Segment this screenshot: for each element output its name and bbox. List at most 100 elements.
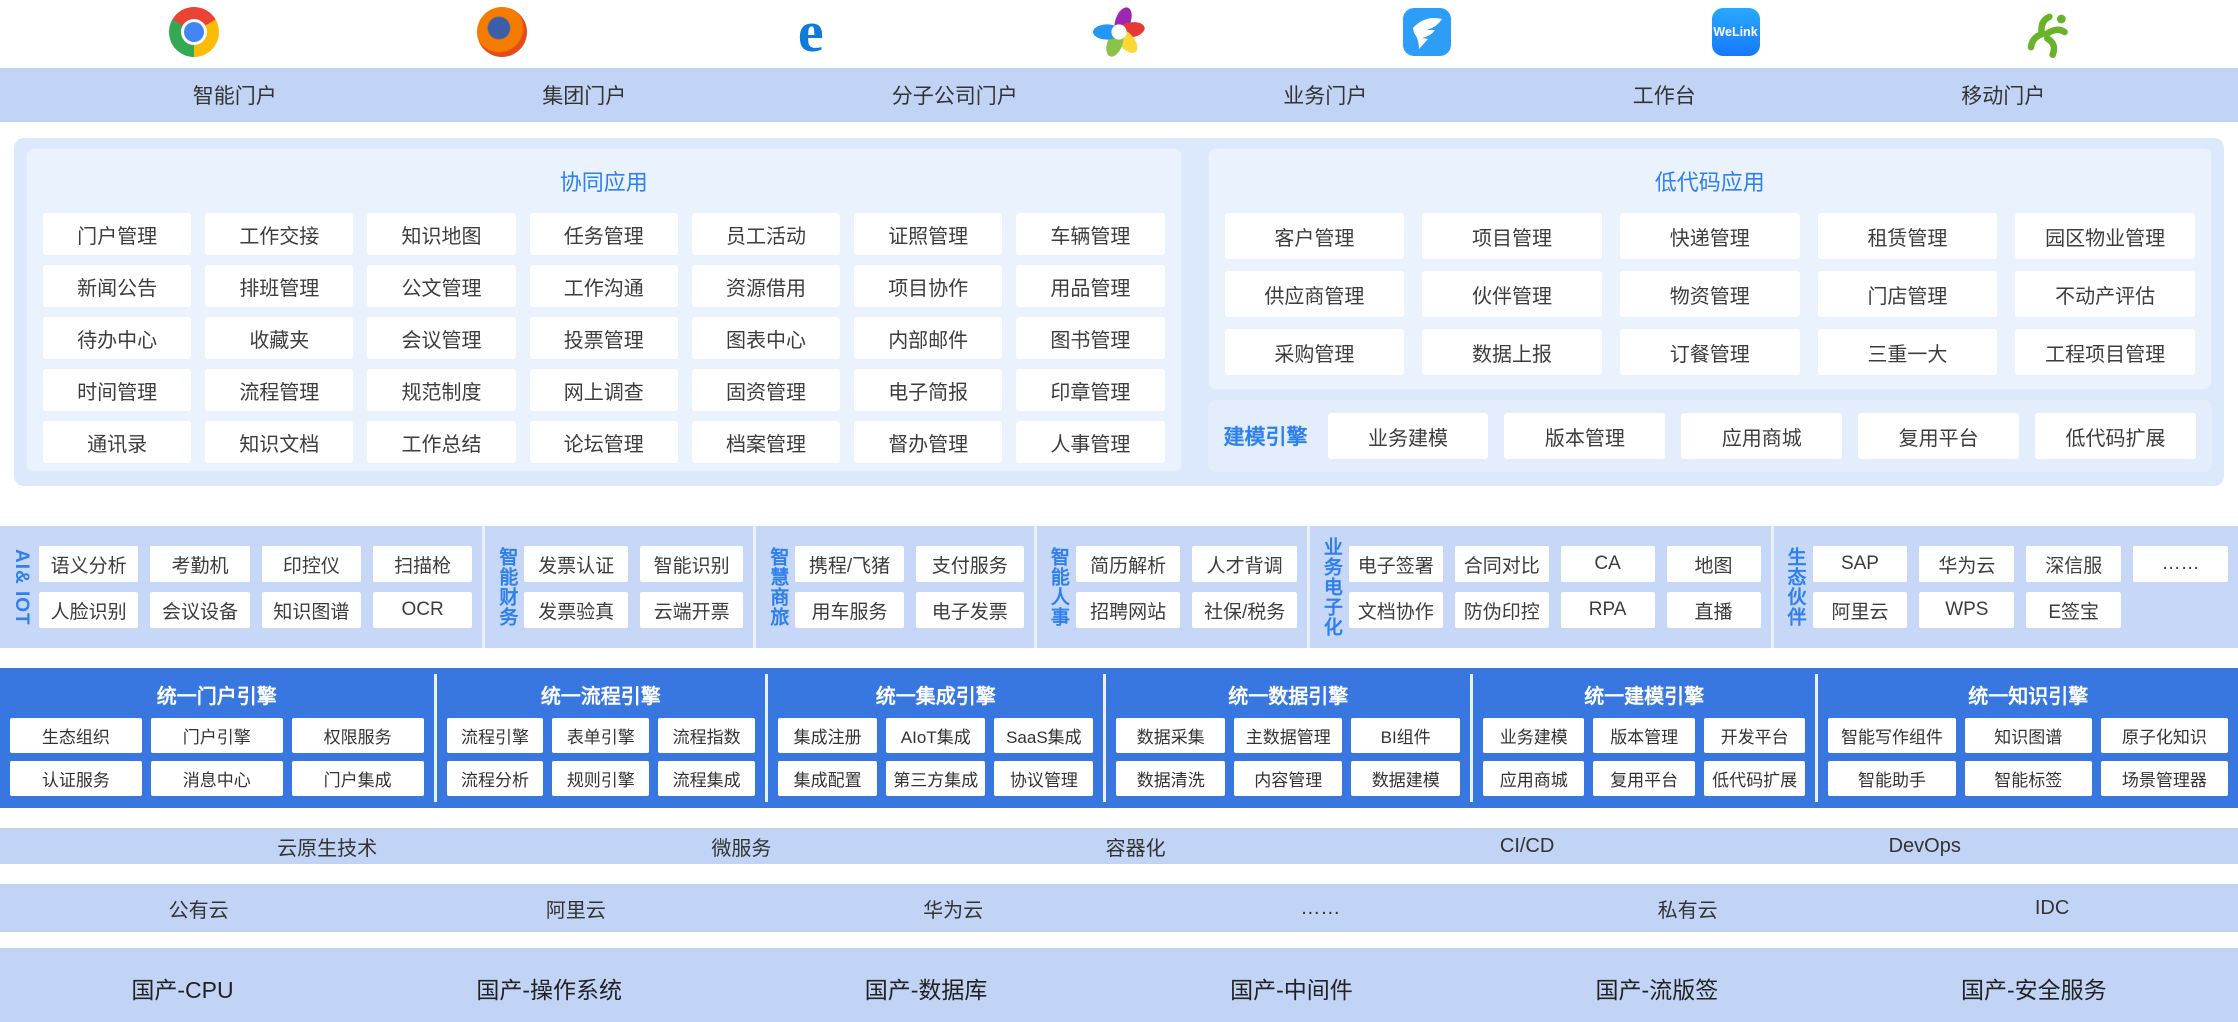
engine-button[interactable]: 集成配置 [778,761,877,796]
engine-button[interactable]: 低代码扩展 [1704,761,1805,796]
capability-button[interactable]: 电子发票 [916,592,1024,628]
capability-button[interactable]: 发票认证 [524,546,628,582]
engine-button[interactable]: 规则引擎 [552,761,649,796]
app-button[interactable]: 图表中心 [692,317,840,359]
capability-button[interactable]: RPA [1561,592,1655,628]
engine-button[interactable]: 协议管理 [994,761,1093,796]
app-button[interactable]: 员工活动 [692,213,840,255]
app-button[interactable]: 项目协作 [854,265,1002,307]
app-button[interactable]: 人事管理 [1016,421,1164,463]
engine-button[interactable]: 原子化知识 [2101,718,2228,753]
capability-button[interactable]: 招聘网站 [1076,592,1180,628]
engine-button[interactable]: 消息中心 [151,761,283,796]
app-button[interactable]: 证照管理 [854,213,1002,255]
engine-button[interactable]: 权限服务 [292,718,424,753]
app-button[interactable]: 任务管理 [530,213,678,255]
capability-button[interactable]: 智能识别 [640,546,744,582]
app-button[interactable]: 不动产评估 [2015,271,2195,317]
app-button[interactable]: 车辆管理 [1016,213,1164,255]
capability-button[interactable]: …… [2133,546,2228,582]
app-button[interactable]: 知识文档 [205,421,353,463]
modeling-button[interactable]: 业务建模 [1328,413,1489,459]
capability-button[interactable]: 携程/飞猪 [795,546,903,582]
app-button[interactable]: 电子简报 [854,369,1002,411]
engine-button[interactable]: 知识图谱 [1965,718,2092,753]
capability-button[interactable]: 防伪印控 [1455,592,1549,628]
capability-button[interactable]: 知识图谱 [262,592,361,628]
engine-button[interactable]: 主数据管理 [1234,718,1343,753]
engine-button[interactable]: 集成注册 [778,718,877,753]
app-button[interactable]: 规范制度 [367,369,515,411]
app-button[interactable]: 门户管理 [43,213,191,255]
app-button[interactable]: 新闻公告 [43,265,191,307]
app-button[interactable]: 网上调查 [530,369,678,411]
app-button[interactable]: 流程管理 [205,369,353,411]
capability-button[interactable]: 印控仪 [262,546,361,582]
app-button[interactable]: 待办中心 [43,317,191,359]
engine-button[interactable]: 生态组织 [10,718,142,753]
engine-button[interactable]: 智能助手 [1828,761,1955,796]
modeling-button[interactable]: 版本管理 [1504,413,1665,459]
engine-button[interactable]: 复用平台 [1593,761,1694,796]
app-button[interactable]: 项目管理 [1422,213,1602,259]
capability-button[interactable]: 会议设备 [150,592,249,628]
engine-button[interactable]: 智能标签 [1965,761,2092,796]
capability-button[interactable]: 社保/税务 [1192,592,1296,628]
engine-button[interactable]: 流程指数 [658,718,755,753]
app-button[interactable]: 伙伴管理 [1422,271,1602,317]
engine-button[interactable]: 流程分析 [447,761,544,796]
app-button[interactable]: 时间管理 [43,369,191,411]
app-button[interactable]: 供应商管理 [1225,271,1405,317]
engine-button[interactable]: 内容管理 [1234,761,1343,796]
app-button[interactable]: 公文管理 [367,265,515,307]
capability-button[interactable]: 发票验真 [524,592,628,628]
app-button[interactable]: 用品管理 [1016,265,1164,307]
app-button[interactable]: 论坛管理 [530,421,678,463]
app-button[interactable]: 图书管理 [1016,317,1164,359]
capability-button[interactable]: 语义分析 [39,546,138,582]
app-button[interactable]: 会议管理 [367,317,515,359]
engine-button[interactable]: 表单引擎 [552,718,649,753]
engine-button[interactable]: 业务建模 [1483,718,1584,753]
capability-button[interactable]: 文档协作 [1349,592,1443,628]
engine-button[interactable]: 应用商城 [1483,761,1584,796]
capability-button[interactable]: 云端开票 [640,592,744,628]
app-button[interactable]: 资源借用 [692,265,840,307]
app-button[interactable]: 工作交接 [205,213,353,255]
app-button[interactable]: 工作总结 [367,421,515,463]
app-button[interactable]: 租赁管理 [1818,213,1998,259]
app-button[interactable]: 门店管理 [1818,271,1998,317]
capability-button[interactable]: 用车服务 [795,592,903,628]
engine-button[interactable]: 认证服务 [10,761,142,796]
engine-button[interactable]: AIoT集成 [886,718,985,753]
app-button[interactable]: 快递管理 [1620,213,1800,259]
app-button[interactable]: 投票管理 [530,317,678,359]
engine-button[interactable]: 门户集成 [292,761,424,796]
app-button[interactable]: 数据上报 [1422,329,1602,375]
capability-button[interactable]: 支付服务 [916,546,1024,582]
app-button[interactable]: 通讯录 [43,421,191,463]
app-button[interactable]: 三重一大 [1818,329,1998,375]
capability-button[interactable]: SAP [1813,546,1908,582]
capability-button[interactable]: E签宝 [2026,592,2121,628]
engine-button[interactable]: 开发平台 [1704,718,1805,753]
modeling-button[interactable]: 复用平台 [1858,413,2019,459]
capability-button[interactable]: CA [1561,546,1655,582]
capability-button[interactable]: 合同对比 [1455,546,1549,582]
engine-button[interactable]: 版本管理 [1593,718,1694,753]
app-button[interactable]: 内部邮件 [854,317,1002,359]
capability-button[interactable]: 简历解析 [1076,546,1180,582]
app-button[interactable]: 印章管理 [1016,369,1164,411]
app-button[interactable]: 物资管理 [1620,271,1800,317]
engine-button[interactable]: 智能写作组件 [1828,718,1955,753]
capability-button[interactable]: 人才背调 [1192,546,1296,582]
app-button[interactable]: 工程项目管理 [2015,329,2195,375]
capability-button[interactable]: 直播 [1667,592,1761,628]
capability-button[interactable]: 深信服 [2026,546,2121,582]
app-button[interactable]: 工作沟通 [530,265,678,307]
app-button[interactable]: 知识地图 [367,213,515,255]
modeling-button[interactable]: 低代码扩展 [2035,413,2196,459]
engine-button[interactable]: SaaS集成 [994,718,1093,753]
app-button[interactable]: 排班管理 [205,265,353,307]
capability-button[interactable]: 电子签署 [1349,546,1443,582]
